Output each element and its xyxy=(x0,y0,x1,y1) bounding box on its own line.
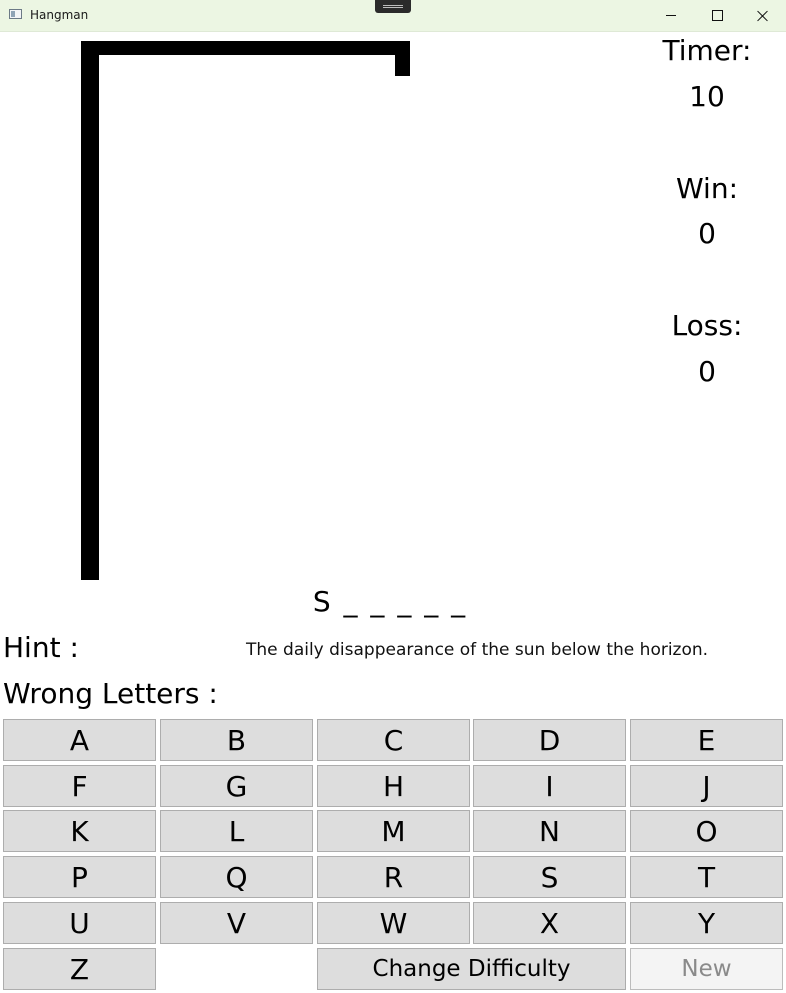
letter-key-k[interactable]: K xyxy=(3,810,156,852)
close-icon xyxy=(757,10,769,22)
change-difficulty-button[interactable]: Change Difficulty xyxy=(317,948,626,990)
letter-key-r[interactable]: R xyxy=(317,856,470,898)
new-game-button[interactable]: New xyxy=(630,948,783,990)
letter-key-v[interactable]: V xyxy=(160,902,313,944)
letter-key-p[interactable]: P xyxy=(3,856,156,898)
close-button[interactable] xyxy=(740,0,786,31)
letter-key-m[interactable]: M xyxy=(317,810,470,852)
maximize-icon xyxy=(711,10,723,21)
timer-label: Timer: xyxy=(662,34,752,67)
letter-key-h[interactable]: H xyxy=(317,765,470,807)
wrong-letters-label: Wrong Letters : xyxy=(3,677,218,710)
letter-key-e[interactable]: E xyxy=(630,719,783,761)
minimize-button[interactable] xyxy=(648,0,694,31)
hint-label: Hint : xyxy=(3,631,79,664)
gallows-rope xyxy=(395,41,410,76)
loss-value: 0 xyxy=(698,355,716,388)
gallows-post xyxy=(81,41,99,580)
title-bar: Hangman xyxy=(0,0,786,32)
letter-key-b[interactable]: B xyxy=(160,719,313,761)
letter-key-g[interactable]: G xyxy=(160,765,313,807)
letter-key-x[interactable]: X xyxy=(473,902,626,944)
letter-key-s[interactable]: S xyxy=(473,856,626,898)
app-icon xyxy=(9,9,22,19)
timer-value: 10 xyxy=(689,80,725,113)
win-label: Win: xyxy=(675,172,739,205)
letter-key-j[interactable]: J xyxy=(630,765,783,807)
minimize-icon xyxy=(666,15,676,16)
snap-grip-icon[interactable] xyxy=(375,0,411,13)
window-title: Hangman xyxy=(30,8,89,22)
letter-key-f[interactable]: F xyxy=(3,765,156,807)
letter-key-c[interactable]: C xyxy=(317,719,470,761)
gallows-beam xyxy=(81,41,410,55)
letter-key-t[interactable]: T xyxy=(630,856,783,898)
word-display: S _ _ _ _ _ xyxy=(312,585,468,618)
letter-key-i[interactable]: I xyxy=(473,765,626,807)
letter-key-n[interactable]: N xyxy=(473,810,626,852)
letter-key-d[interactable]: D xyxy=(473,719,626,761)
win-value: 0 xyxy=(698,217,716,250)
letter-key-z[interactable]: Z xyxy=(3,948,156,990)
maximize-button[interactable] xyxy=(694,0,740,31)
letter-key-a[interactable]: A xyxy=(3,719,156,761)
letter-key-l[interactable]: L xyxy=(160,810,313,852)
loss-label: Loss: xyxy=(671,309,743,342)
letter-key-u[interactable]: U xyxy=(3,902,156,944)
letter-key-q[interactable]: Q xyxy=(160,856,313,898)
letter-key-w[interactable]: W xyxy=(317,902,470,944)
letter-key-o[interactable]: O xyxy=(630,810,783,852)
hint-text: The daily disappearance of the sun below… xyxy=(246,640,709,660)
letter-key-y[interactable]: Y xyxy=(630,902,783,944)
